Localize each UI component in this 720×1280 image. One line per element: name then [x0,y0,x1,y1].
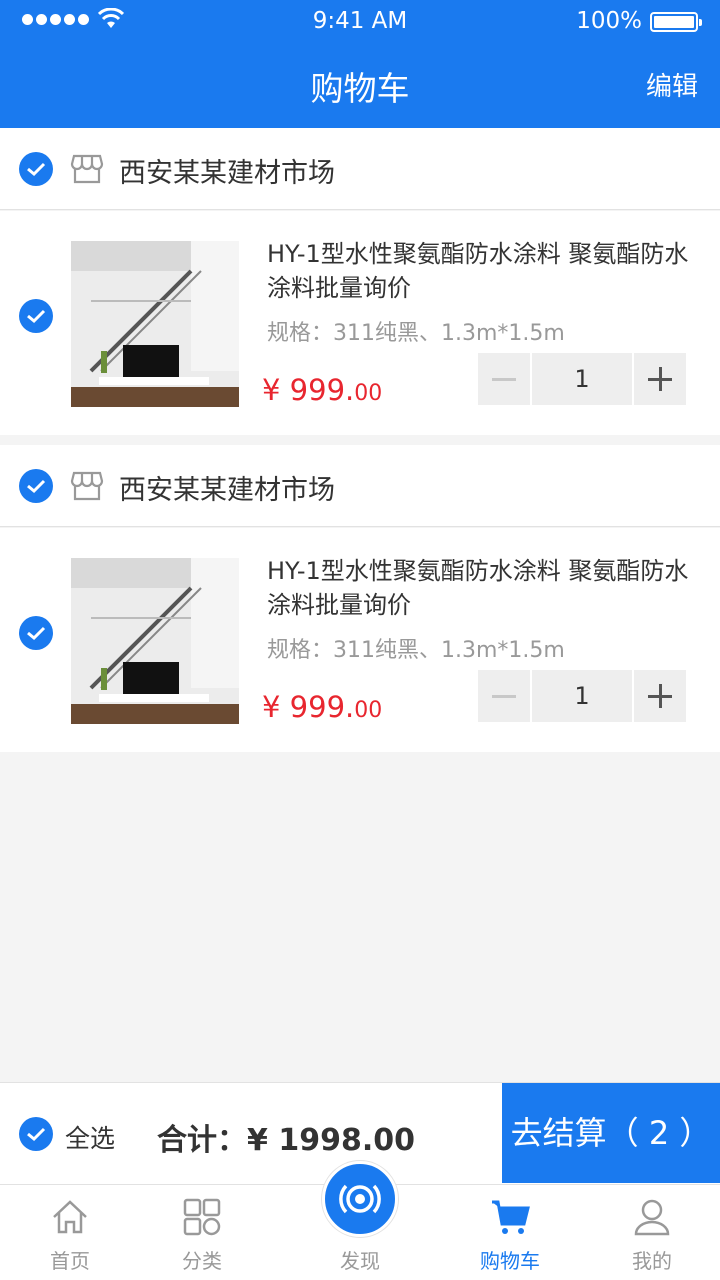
select-all-checkbox[interactable] [19,1117,53,1151]
quantity-value[interactable]: 1 [532,670,632,722]
product-spec: 规格：311纯黑、1.3m*1.5m [267,321,565,346]
checkmark-icon [27,479,46,494]
cart-item: HY-1型水性聚氨酯防水涂料 聚氨酯防水涂料批量询价 规格：311纯黑、1.3m… [0,211,720,435]
cart-item: HY-1型水性聚氨酯防水涂料 聚氨酯防水涂料批量询价 规格：311纯黑、1.3m… [0,528,720,752]
decrease-button[interactable] [478,353,530,405]
tab-label: 分类 [182,1249,222,1273]
tab-label: 购物车 [480,1249,540,1273]
quantity-stepper: 1 [478,670,686,722]
product-price: ¥ 999.00 [262,690,382,724]
edit-button[interactable]: 编辑 [646,66,698,103]
increase-button[interactable] [634,353,686,405]
tab-home[interactable]: 首页 [10,1185,130,1280]
cart-icon [492,1200,530,1234]
checkmark-icon [27,626,46,641]
battery-icon [650,12,702,32]
checkmark-icon [27,162,46,177]
discover-button[interactable] [322,1161,398,1237]
quantity-value[interactable]: 1 [532,353,632,405]
status-bar: 9:41 AM 100% [0,0,720,42]
product-image[interactable] [71,558,239,724]
tab-bar: 首页 分类 发现 购物车 我的 [0,1161,720,1280]
tab-cart[interactable]: 购物车 [450,1185,570,1280]
product-image[interactable] [71,241,239,407]
product-spec: 规格：311纯黑、1.3m*1.5m [267,638,565,663]
checkout-button[interactable]: 去结算（ 2 ） [502,1083,720,1183]
item-checkbox[interactable] [19,299,53,333]
discover-icon [339,1184,381,1214]
item-checkbox[interactable] [19,616,53,650]
page-title: 购物车 [310,69,410,108]
tab-label: 我的 [632,1249,672,1273]
price-main: ¥ 999. [262,373,355,407]
store-name[interactable]: 西安某某建材市场 [119,468,335,507]
product-title[interactable]: HY-1型水性聚氨酯防水涂料 聚氨酯防水涂料批量询价 [267,237,697,305]
tab-category[interactable]: 分类 [142,1185,262,1280]
store-icon [70,471,104,501]
total-amount: 合计：¥ 1998.00 [157,1123,415,1158]
category-icon [183,1198,221,1236]
decrease-button[interactable] [478,670,530,722]
quantity-stepper: 1 [478,353,686,405]
tab-label: 首页 [50,1249,90,1273]
store-icon [70,154,104,184]
tab-label: 发现 [340,1249,380,1273]
store-checkbox[interactable] [19,152,53,186]
price-cents: 00 [354,698,383,723]
tab-profile[interactable]: 我的 [592,1185,712,1280]
checkmark-icon [27,309,46,324]
store-name[interactable]: 西安某某建材市场 [119,151,335,190]
price-main: ¥ 999. [262,690,355,724]
price-cents: 00 [354,381,383,406]
user-icon [634,1199,670,1236]
store-checkbox[interactable] [19,469,53,503]
store-header: 西安某某建材市场 [0,445,720,527]
home-icon [53,1200,87,1234]
battery-percent: 100% [576,8,642,34]
app-header: 9:41 AM 100% 购物车 编辑 [0,0,720,128]
increase-button[interactable] [634,670,686,722]
checkmark-icon [27,1127,46,1142]
select-all-label[interactable]: 全选 [65,1119,115,1155]
product-price: ¥ 999.00 [262,373,382,407]
product-title[interactable]: HY-1型水性聚氨酯防水涂料 聚氨酯防水涂料批量询价 [267,554,697,622]
store-header: 西安某某建材市场 [0,128,720,210]
